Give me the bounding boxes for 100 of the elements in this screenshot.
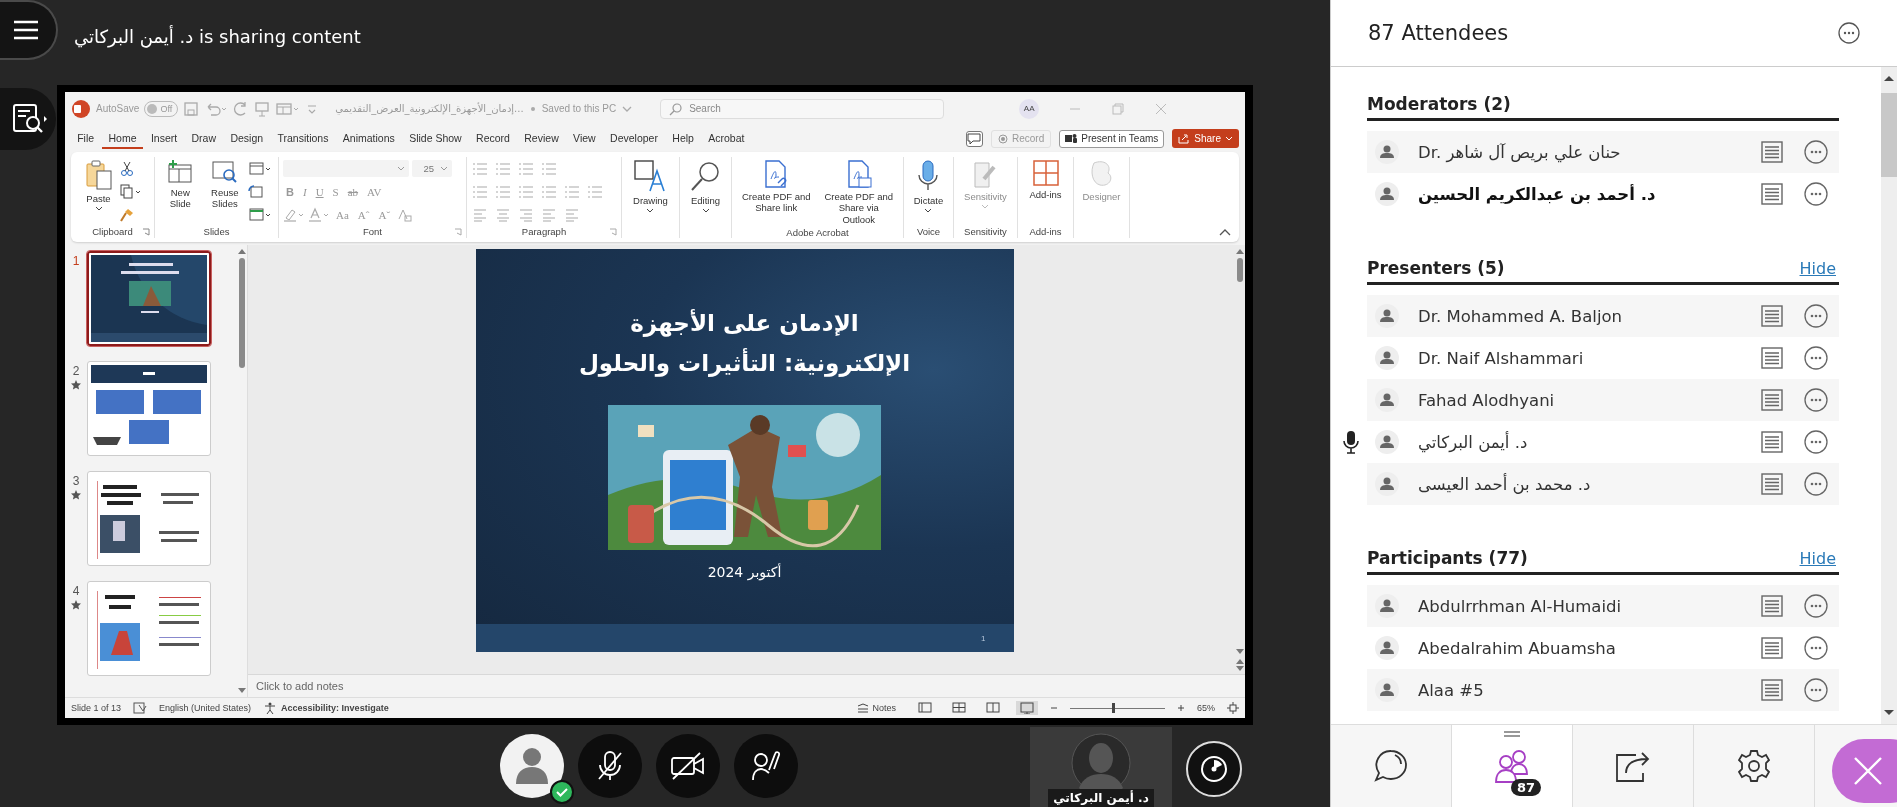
notes-button[interactable]: Notes (851, 703, 902, 713)
scrollbar[interactable] (1881, 67, 1897, 724)
menu-button[interactable] (0, 0, 58, 60)
create-pdf-button[interactable]: Create PDF and Share link (736, 157, 817, 216)
scrollbar-thumb[interactable] (239, 258, 245, 368)
scroll-up-icon[interactable] (1884, 75, 1894, 81)
more-options-button[interactable] (1803, 387, 1829, 413)
more-options-button[interactable] (1803, 635, 1829, 661)
scroll-down-icon[interactable] (238, 688, 246, 694)
section-title: Moderators (2) (1367, 94, 1511, 114)
list-icon[interactable] (1761, 431, 1783, 453)
ribbon-tab[interactable]: Draw (185, 128, 223, 149)
comments-button[interactable] (966, 130, 983, 147)
more-options-button[interactable] (1803, 593, 1829, 619)
group-label: Add-ins (1029, 225, 1062, 237)
zoom-reading[interactable]: 65% (1197, 703, 1215, 713)
editing-button[interactable]: Editing (685, 157, 726, 217)
group-label: Sensitivity (964, 225, 1007, 237)
ribbon-tab[interactable]: Slide Show (402, 128, 468, 149)
scroll-down-icon[interactable] (1236, 649, 1244, 655)
more-options-button[interactable] (1836, 20, 1862, 46)
dictate-button[interactable]: Dictate (910, 157, 947, 217)
more-icon (1804, 304, 1828, 328)
list-icon[interactable] (1761, 389, 1783, 411)
sharing-status: د. أيمن البركاتي is sharing content (74, 25, 361, 47)
reuse-slides-button[interactable]: Reuse Slides (203, 157, 246, 212)
paste-button[interactable]: Paste (80, 157, 117, 215)
reset-icon[interactable] (248, 184, 264, 200)
attendee-name: Dr. Naif Alshammari (1418, 348, 1585, 368)
ribbon-tab[interactable]: Help (666, 128, 701, 149)
list-icon[interactable] (1761, 473, 1783, 495)
font-size-dropdown[interactable]: 25 (412, 160, 452, 177)
group-label: Voice (916, 225, 941, 237)
font-color-icon[interactable] (308, 206, 330, 223)
list-icon[interactable] (1761, 305, 1783, 327)
scrollbar-thumb[interactable] (1881, 93, 1897, 177)
attendees-tab[interactable]: 87 (1452, 725, 1573, 807)
collapse-ribbon-icon[interactable] (1219, 228, 1231, 236)
ribbon-tab[interactable]: Animations (336, 128, 401, 149)
slider-thumb[interactable] (1111, 702, 1115, 713)
add-ins-button[interactable]: Add-ins (1026, 157, 1065, 203)
new-slide-icon (166, 159, 195, 185)
format-painter-icon[interactable] (118, 207, 135, 223)
group-label: Slides (203, 225, 230, 237)
list-icon[interactable] (1761, 141, 1783, 163)
list-icon[interactable] (1761, 595, 1783, 617)
previous-next-slide-icon[interactable] (1236, 659, 1244, 671)
view-icon (1020, 702, 1034, 714)
more-options-button[interactable] (1803, 677, 1829, 703)
drawing-button[interactable]: Drawing (630, 157, 671, 217)
new-slide-button[interactable]: New Slide (159, 157, 202, 212)
list-icon[interactable] (1761, 679, 1783, 701)
pdf-mail-icon (845, 159, 872, 189)
ribbon-tab[interactable]: Insert (144, 128, 184, 149)
list-icon[interactable] (1761, 183, 1783, 205)
attendee-name: Abedalrahim Abuamsha (1418, 638, 1617, 658)
fit-to-window-icon[interactable] (1227, 702, 1239, 714)
scroll-down-icon[interactable] (1884, 710, 1894, 716)
hide-link[interactable]: Hide (1799, 549, 1836, 568)
language[interactable]: English (United States) (159, 703, 252, 713)
slide-number: 1 (72, 254, 80, 268)
timer-button[interactable] (1186, 741, 1242, 797)
hide-link[interactable]: Hide (1799, 259, 1836, 278)
scissors-icon[interactable] (118, 161, 135, 177)
ribbon-tab[interactable]: Record (469, 128, 517, 149)
accessibility-icon[interactable] (263, 702, 278, 714)
launcher-icon[interactable] (142, 228, 150, 236)
ribbon-tab[interactable]: View (566, 128, 602, 149)
view-icon (952, 702, 966, 714)
magnifier-button[interactable] (0, 88, 56, 150)
accessibility-status[interactable]: Accessibility: Investigate (281, 703, 389, 713)
more-options-button[interactable] (1803, 181, 1829, 207)
present-in-teams-button[interactable]: Present in Teams (1059, 129, 1165, 148)
zoom-out-icon[interactable] (1050, 704, 1058, 712)
create-pdf-button[interactable]: Create PDF and Share via Outlook (818, 157, 899, 228)
list-icon[interactable] (1761, 347, 1783, 369)
ribbon-tab[interactable]: Home (102, 128, 143, 149)
share-button[interactable]: Share (1172, 129, 1239, 148)
search-field[interactable]: Search (660, 98, 945, 119)
list-icon[interactable] (1761, 637, 1783, 659)
user-avatar[interactable]: AA (1019, 98, 1040, 119)
more-options-button[interactable] (1803, 139, 1829, 165)
close-button[interactable] (1832, 739, 1897, 803)
more-options-button[interactable] (1803, 471, 1829, 497)
more-options-button[interactable] (1803, 345, 1829, 371)
ribbon-tab[interactable]: Developer (603, 128, 665, 149)
ribbon-tab[interactable]: Design (224, 128, 270, 149)
view-button[interactable] (1016, 701, 1038, 715)
save-status: Saved to this PC (541, 103, 617, 114)
more-options-button[interactable] (1803, 303, 1829, 329)
zoom-in-icon[interactable] (1177, 704, 1185, 712)
ribbon-tab[interactable]: File (71, 128, 101, 149)
scroll-up-icon[interactable] (1236, 248, 1244, 254)
scrollbar-thumb[interactable] (1237, 258, 1243, 282)
ribbon-tab[interactable]: Acrobat (702, 128, 751, 149)
ribbon-tab[interactable]: Transitions (271, 128, 335, 149)
ribbon-tab[interactable]: Review (518, 128, 565, 149)
more-options-button[interactable] (1803, 429, 1829, 455)
spelling-icon[interactable] (133, 702, 148, 714)
scroll-up-icon[interactable] (238, 248, 246, 254)
